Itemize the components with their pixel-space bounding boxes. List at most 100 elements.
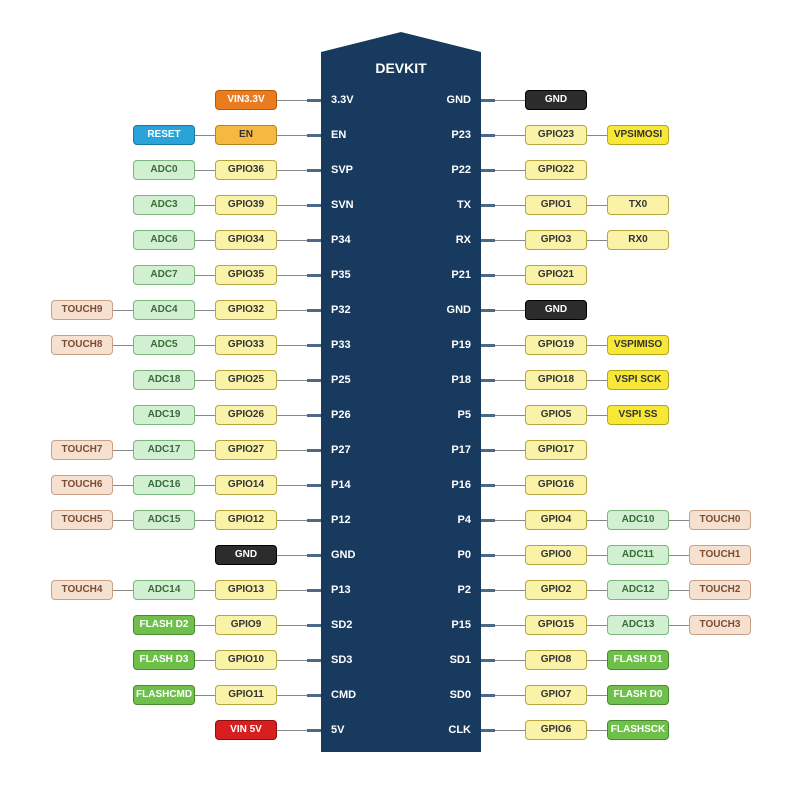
- pin-tag: GPIO4: [525, 510, 587, 530]
- pin-tag: GPIO14: [215, 475, 277, 495]
- pin-lead: [481, 554, 495, 557]
- pin-lead: [307, 309, 321, 312]
- pin-tag: ADC5: [133, 335, 195, 355]
- pin-tag: FLASH D3: [133, 650, 195, 670]
- pin-lead: [481, 589, 495, 592]
- pin-lead: [481, 379, 495, 382]
- pin-tag: GPIO35: [215, 265, 277, 285]
- pin-tag: GPIO27: [215, 440, 277, 460]
- pin-label: P21: [451, 267, 471, 283]
- pin-tag: GPIO26: [215, 405, 277, 425]
- pin-tag: FLASH D1: [607, 650, 669, 670]
- pin-lead: [307, 554, 321, 557]
- pin-tag: ADC3: [133, 195, 195, 215]
- pin-tag: GPIO15: [525, 615, 587, 635]
- pinout-diagram: DEVKIT 3.3VENSVPSVNP34P35P32P33P25P26P27…: [0, 0, 800, 800]
- pin-label: P16: [451, 477, 471, 493]
- pin-lead: [307, 519, 321, 522]
- pin-label: P25: [331, 372, 351, 388]
- pin-lead: [481, 99, 495, 102]
- pin-tag: FLASHCMD: [133, 685, 195, 705]
- pin-tag: ADC18: [133, 370, 195, 390]
- pin-lead: [481, 274, 495, 277]
- pin-label: P12: [331, 512, 351, 528]
- pin-lead: [307, 484, 321, 487]
- pin-label: P35: [331, 267, 351, 283]
- pin-lead: [481, 134, 495, 137]
- pin-tag: GND: [215, 545, 277, 565]
- pin-lead: [481, 484, 495, 487]
- pin-tag: GND: [525, 90, 587, 110]
- pin-tag: GPIO6: [525, 720, 587, 740]
- pin-lead: [481, 694, 495, 697]
- pin-label: P15: [451, 617, 471, 633]
- pin-tag: FLASH D0: [607, 685, 669, 705]
- pin-tag: TOUCH3: [689, 615, 751, 635]
- pin-tag: GPIO21: [525, 265, 587, 285]
- pin-lead: [307, 379, 321, 382]
- pin-label: RX: [456, 232, 471, 248]
- pin-tag: ADC17: [133, 440, 195, 460]
- pin-tag: GPIO18: [525, 370, 587, 390]
- pin-tag: TOUCH1: [689, 545, 751, 565]
- pin-label: P33: [331, 337, 351, 353]
- pin-tag: GPIO36: [215, 160, 277, 180]
- pin-tag: VSPIMISO: [607, 335, 669, 355]
- pin-label: P14: [331, 477, 351, 493]
- pin-tag: GPIO17: [525, 440, 587, 460]
- pin-tag: ADC14: [133, 580, 195, 600]
- pin-lead: [307, 449, 321, 452]
- pin-lead: [307, 414, 321, 417]
- pin-lead: [481, 239, 495, 242]
- pin-label: SD3: [331, 652, 352, 668]
- pin-label: P23: [451, 127, 471, 143]
- pin-tag: VPSIMOSI: [607, 125, 669, 145]
- pin-tag: TOUCH7: [51, 440, 113, 460]
- pin-tag: VIN 5V: [215, 720, 277, 740]
- pin-tag: GPIO1: [525, 195, 587, 215]
- pin-tag: TOUCH9: [51, 300, 113, 320]
- pin-label: SVP: [331, 162, 353, 178]
- pin-label: GND: [331, 547, 355, 563]
- pin-label: 5V: [331, 722, 344, 738]
- pin-label: SD1: [450, 652, 471, 668]
- pin-tag: VSPI SS: [607, 405, 669, 425]
- pin-lead: [481, 309, 495, 312]
- pin-label: SD0: [450, 687, 471, 703]
- pin-tag: VIN3.3V: [215, 90, 277, 110]
- pin-label: CMD: [331, 687, 356, 703]
- pin-lead: [481, 204, 495, 207]
- pin-lead: [481, 449, 495, 452]
- pin-tag: ADC10: [607, 510, 669, 530]
- pin-tag: ADC13: [607, 615, 669, 635]
- pin-tag: TOUCH4: [51, 580, 113, 600]
- pin-label: EN: [331, 127, 346, 143]
- pin-lead: [307, 169, 321, 172]
- pin-tag: GPIO32: [215, 300, 277, 320]
- pin-label: P34: [331, 232, 351, 248]
- pin-lead: [307, 659, 321, 662]
- pin-lead: [481, 729, 495, 732]
- pin-lead: [307, 589, 321, 592]
- chip-title: DEVKIT: [321, 60, 481, 76]
- pin-lead: [481, 344, 495, 347]
- pin-tag: GPIO33: [215, 335, 277, 355]
- pin-label: P26: [331, 407, 351, 423]
- pin-lead: [481, 414, 495, 417]
- pin-tag: GPIO39: [215, 195, 277, 215]
- pin-tag: TX0: [607, 195, 669, 215]
- pin-tag: GPIO8: [525, 650, 587, 670]
- pin-label: P27: [331, 442, 351, 458]
- pin-tag: TOUCH8: [51, 335, 113, 355]
- pin-tag: ADC19: [133, 405, 195, 425]
- pin-tag: FLASHSCK: [607, 720, 669, 740]
- pin-label: SVN: [331, 197, 354, 213]
- pin-tag: EN: [215, 125, 277, 145]
- pin-tag: ADC15: [133, 510, 195, 530]
- pin-lead: [307, 239, 321, 242]
- pin-tag: ADC6: [133, 230, 195, 250]
- pin-lead: [307, 694, 321, 697]
- pin-tag: TOUCH2: [689, 580, 751, 600]
- pin-tag: ADC0: [133, 160, 195, 180]
- pin-label: P32: [331, 302, 351, 318]
